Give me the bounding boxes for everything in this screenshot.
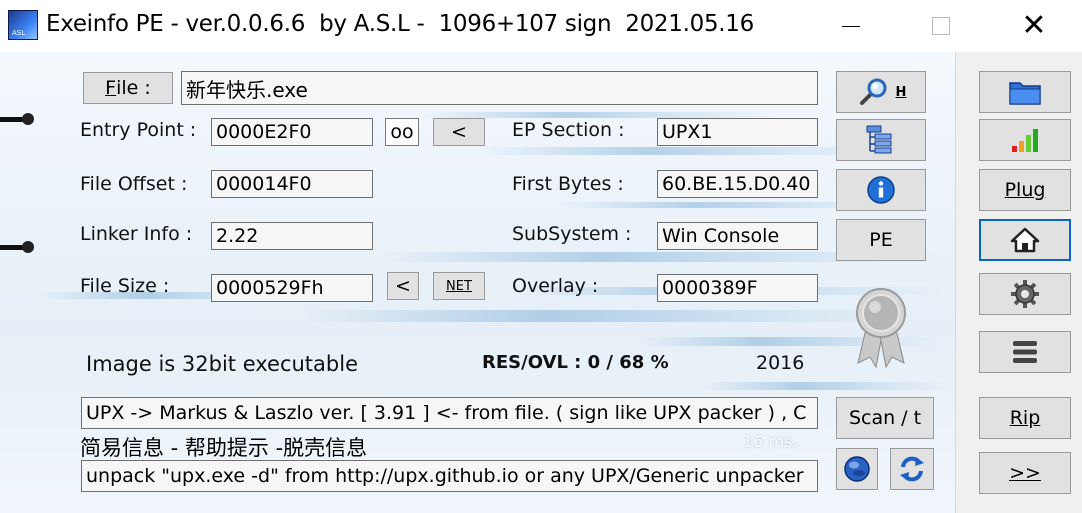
file-button[interactable]: File : — [83, 72, 173, 104]
ep-section-label: EP Section : — [512, 119, 625, 141]
file-button-label: ile : — [116, 77, 151, 99]
plug-button-label: Plug — [1004, 179, 1046, 201]
file-size-label: File Size : — [80, 275, 170, 297]
timer-text: 16 ms. — [743, 432, 798, 451]
gear-icon — [1011, 280, 1039, 308]
background-streak — [300, 310, 920, 322]
signal-bars-icon — [1012, 129, 1038, 152]
plug-button[interactable]: Plug — [979, 169, 1071, 211]
file-offset-field[interactable]: 000014F0 — [211, 170, 373, 198]
title-bar: ASL Exeinfo PE - ver.0.0.6.6 by A.S.L - … — [0, 0, 1082, 52]
year-text: 2016 — [756, 352, 805, 374]
main-panel: File : 新年快乐.exe Entry Point : 0000E2F0 o… — [0, 52, 1082, 513]
info-button[interactable] — [836, 169, 926, 211]
app-icon[interactable]: ASL — [8, 10, 38, 40]
overlay-field[interactable]: 0000389F — [657, 274, 818, 302]
first-bytes-field[interactable]: 60.BE.15.D0.40 — [657, 170, 818, 198]
folder-icon — [1009, 82, 1041, 105]
rip-button[interactable]: Rip — [979, 397, 1071, 439]
home-button[interactable] — [979, 219, 1071, 261]
info-icon — [867, 176, 895, 204]
refresh-icon — [900, 456, 924, 482]
minimize-button[interactable] — [806, 0, 896, 52]
chinese-links-text[interactable]: 简易信息 - 帮助提示 -脱壳信息 — [80, 432, 367, 462]
oo-button[interactable]: oo — [385, 118, 419, 146]
sections-list-icon — [866, 125, 892, 154]
detection-field[interactable]: UPX -> Markus & Laszlo ver. [ 3.91 ] <- … — [81, 397, 818, 429]
overlay-label: Overlay : — [512, 275, 599, 297]
menu-button[interactable] — [979, 331, 1071, 373]
res-ovl-text: RES/OVL : 0 / 68 % — [482, 352, 669, 373]
first-bytes-label: First Bytes : — [512, 173, 624, 195]
next-button-label: >> — [1009, 462, 1041, 484]
menu-icon — [1013, 341, 1037, 363]
entry-point-field[interactable]: 0000E2F0 — [211, 118, 373, 146]
window-title: Exeinfo PE - ver.0.0.6.6 by A.S.L - 1096… — [46, 11, 754, 37]
scan-button[interactable]: Scan / t — [836, 397, 934, 439]
close-icon: ✕ — [1021, 8, 1047, 43]
minimize-icon — [842, 25, 860, 27]
maximize-icon — [932, 17, 950, 35]
subsystem-label: SubSystem : — [512, 223, 632, 245]
net-button-label: NET — [446, 278, 472, 294]
seal-icon — [836, 277, 926, 369]
hint-field[interactable]: unpack "upx.exe -d" from http://upx.gith… — [81, 460, 818, 492]
image-info-text: Image is 32bit executable — [86, 352, 358, 376]
net-button[interactable]: NET — [433, 272, 485, 300]
linker-info-label: Linker Info : — [80, 223, 193, 245]
file-button-hotkey: F — [105, 77, 117, 99]
subsystem-field[interactable]: Win Console — [657, 222, 818, 250]
file-size-field[interactable]: 0000529Fh — [211, 274, 373, 302]
size-back-button[interactable]: < — [387, 272, 419, 300]
magnifier-icon — [859, 78, 887, 105]
entry-point-label: Entry Point : — [80, 119, 197, 141]
ep-section-field[interactable]: UPX1 — [657, 118, 818, 146]
stats-button[interactable] — [979, 119, 1071, 161]
search-hotkey-label: H — [895, 84, 907, 100]
file-offset-label: File Offset : — [80, 173, 188, 195]
settings-button[interactable] — [979, 273, 1071, 315]
pe-button[interactable]: PE — [836, 219, 926, 261]
drag-handle[interactable] — [0, 113, 34, 125]
ep-back-button[interactable]: < — [433, 118, 485, 146]
next-button[interactable]: >> — [979, 452, 1071, 494]
search-button[interactable]: H — [836, 71, 926, 113]
open-folder-button[interactable] — [979, 71, 1071, 113]
refresh-button[interactable] — [890, 448, 934, 490]
home-icon — [1010, 227, 1040, 253]
close-button[interactable]: ✕ — [986, 0, 1082, 52]
sections-button[interactable] — [836, 119, 926, 161]
rip-button-label: Rip — [1009, 407, 1041, 429]
file-name-field[interactable]: 新年快乐.exe — [181, 71, 818, 105]
web-button[interactable] — [836, 448, 878, 490]
app-icon-label: ASL — [12, 29, 26, 37]
maximize-button[interactable] — [896, 0, 986, 52]
linker-info-field[interactable]: 2.22 — [211, 222, 373, 250]
background-streak — [700, 382, 950, 390]
drag-handle[interactable] — [0, 241, 34, 253]
globe-icon — [844, 456, 870, 482]
